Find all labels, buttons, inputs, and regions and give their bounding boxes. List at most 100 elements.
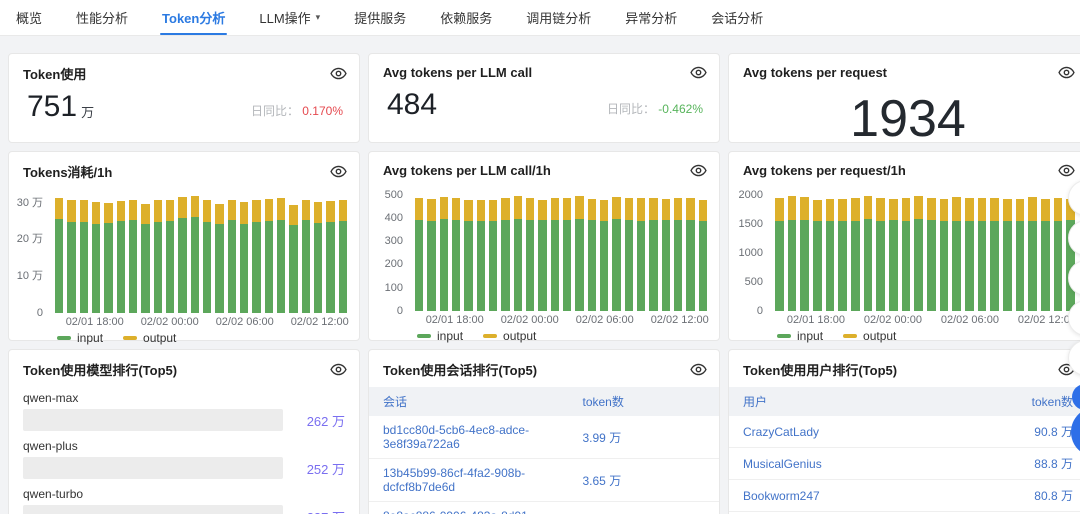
stacked-bar[interactable] — [876, 198, 886, 311]
rank-bar[interactable] — [23, 457, 273, 479]
stacked-bar[interactable] — [55, 198, 64, 313]
session-id-link[interactable]: bd1cc80d-5cb6-4ec8-adce-3e8f39a722a6 — [369, 416, 569, 459]
stacked-bar[interactable] — [649, 198, 658, 311]
stacked-bar[interactable] — [863, 195, 873, 311]
stacked-bar[interactable] — [612, 197, 621, 311]
stacked-bar[interactable] — [686, 197, 695, 311]
stacked-bar[interactable] — [575, 196, 584, 311]
user-link[interactable]: MusicalGenius — [729, 447, 908, 480]
tab-token-analysis[interactable]: Token分析 — [160, 0, 228, 35]
stacked-bar[interactable] — [775, 198, 784, 311]
stacked-bar[interactable] — [1053, 197, 1063, 311]
stacked-bar[interactable] — [67, 200, 76, 313]
stacked-bar[interactable] — [501, 197, 510, 311]
stacked-bar[interactable] — [289, 204, 298, 313]
stacked-bar[interactable] — [1015, 198, 1025, 311]
stacked-bar[interactable] — [178, 197, 187, 313]
stacked-bar[interactable] — [326, 201, 335, 313]
user-link[interactable]: CrazyCatLady — [729, 416, 908, 448]
eye-icon[interactable] — [330, 163, 347, 180]
stacked-bar[interactable] — [165, 199, 175, 313]
stacked-bar[interactable] — [239, 202, 249, 313]
column-header-tokens[interactable]: token数 — [908, 387, 1080, 416]
stacked-bar[interactable] — [636, 198, 646, 311]
stacked-bar[interactable] — [851, 198, 860, 311]
tab-llm-operations[interactable]: LLM操作 ▾ — [257, 0, 322, 35]
eye-icon[interactable] — [1058, 64, 1075, 81]
stacked-bar-chart[interactable]: 0 500 1000 1500 2000 02/01 18:00 02/02 00:00 02… — [729, 189, 1080, 344]
stacked-bar[interactable] — [562, 198, 572, 311]
stacked-bar[interactable] — [202, 199, 212, 313]
stacked-bar[interactable] — [301, 199, 310, 313]
stacked-bar[interactable] — [252, 200, 261, 313]
stacked-bar-chart[interactable]: 0 100 200 300 400 500 02/01 18:00 02/02 00:00 02… — [369, 189, 719, 344]
stacked-bar[interactable] — [415, 198, 424, 311]
stacked-bar[interactable] — [825, 198, 835, 311]
stacked-bar[interactable] — [338, 200, 347, 313]
stacked-bar[interactable] — [673, 198, 683, 311]
stacked-bar[interactable] — [1028, 197, 1038, 311]
stacked-bar[interactable] — [538, 199, 547, 311]
stacked-bar[interactable] — [927, 198, 936, 311]
eye-icon[interactable] — [690, 162, 707, 179]
stacked-bar[interactable] — [128, 199, 138, 313]
legend-item[interactable]: output — [483, 329, 536, 343]
stacked-bar[interactable] — [464, 199, 473, 311]
stacked-bar[interactable] — [800, 197, 810, 311]
stacked-bar[interactable] — [901, 197, 911, 311]
stacked-bar[interactable] — [116, 201, 125, 313]
stacked-bar[interactable] — [1003, 199, 1012, 311]
stacked-bar[interactable] — [153, 199, 162, 313]
stacked-bar[interactable] — [550, 198, 559, 311]
stacked-bar[interactable] — [939, 199, 949, 311]
eye-icon[interactable] — [1058, 162, 1075, 179]
stacked-bar[interactable] — [488, 199, 498, 311]
tab-overview[interactable]: 概览 — [14, 0, 44, 35]
stacked-bar[interactable] — [624, 198, 633, 311]
stacked-bar[interactable] — [79, 200, 88, 313]
stacked-bar[interactable] — [698, 199, 707, 311]
stacked-bar[interactable] — [787, 195, 797, 311]
stacked-bar[interactable] — [276, 198, 286, 313]
stacked-bar[interactable] — [1041, 198, 1050, 311]
column-header-session[interactable]: 会话 — [369, 387, 569, 416]
stacked-bar[interactable] — [952, 197, 962, 311]
stacked-bar[interactable] — [104, 203, 113, 313]
stacked-bar[interactable] — [313, 201, 323, 313]
column-header-user[interactable]: 用户 — [729, 387, 908, 416]
stacked-bar[interactable] — [965, 198, 974, 311]
legend-item[interactable]: input — [417, 329, 463, 343]
stacked-bar[interactable] — [990, 197, 1000, 311]
legend-item[interactable]: input — [57, 331, 103, 345]
column-header-tokens[interactable]: token数 — [568, 387, 719, 416]
legend-item[interactable]: output — [843, 329, 896, 343]
rank-bar[interactable] — [23, 505, 258, 514]
stacked-bar[interactable] — [190, 195, 199, 313]
stacked-bar[interactable] — [599, 199, 609, 311]
tab-provided-services[interactable]: 提供服务 — [352, 0, 408, 35]
stacked-bar[interactable] — [838, 198, 848, 311]
stacked-bar[interactable] — [661, 198, 670, 311]
stacked-bar[interactable] — [215, 203, 224, 313]
stacked-bar[interactable] — [264, 199, 273, 313]
stacked-bar[interactable] — [451, 198, 461, 311]
eye-icon[interactable] — [690, 361, 707, 378]
stacked-bar[interactable] — [977, 197, 987, 311]
stacked-bar-chart[interactable]: 0 10 万 20 万 30 万 02/01 18:00 02/02 00:00 02/02… — [9, 193, 359, 345]
eye-icon[interactable] — [330, 65, 347, 82]
stacked-bar[interactable] — [439, 196, 448, 311]
stacked-bar[interactable] — [1066, 198, 1076, 311]
stacked-bar[interactable] — [513, 196, 522, 311]
user-link[interactable]: Bookworm247 — [729, 479, 908, 512]
stacked-bar[interactable] — [914, 195, 924, 311]
tab-performance-analysis[interactable]: 性能分析 — [74, 0, 130, 35]
stacked-bar[interactable] — [525, 198, 535, 311]
eye-icon[interactable] — [330, 361, 347, 378]
session-id-link[interactable]: 13b45b99-86cf-4fa2-908b-dcfcf8b7de6d — [369, 458, 569, 502]
stacked-bar[interactable] — [141, 203, 150, 313]
tab-trace-analysis[interactable]: 调用链分析 — [524, 0, 593, 35]
tab-dependent-services[interactable]: 依赖服务 — [438, 0, 494, 35]
stacked-bar[interactable] — [476, 199, 485, 311]
stacked-bar[interactable] — [227, 199, 236, 313]
legend-item[interactable]: input — [777, 329, 823, 343]
